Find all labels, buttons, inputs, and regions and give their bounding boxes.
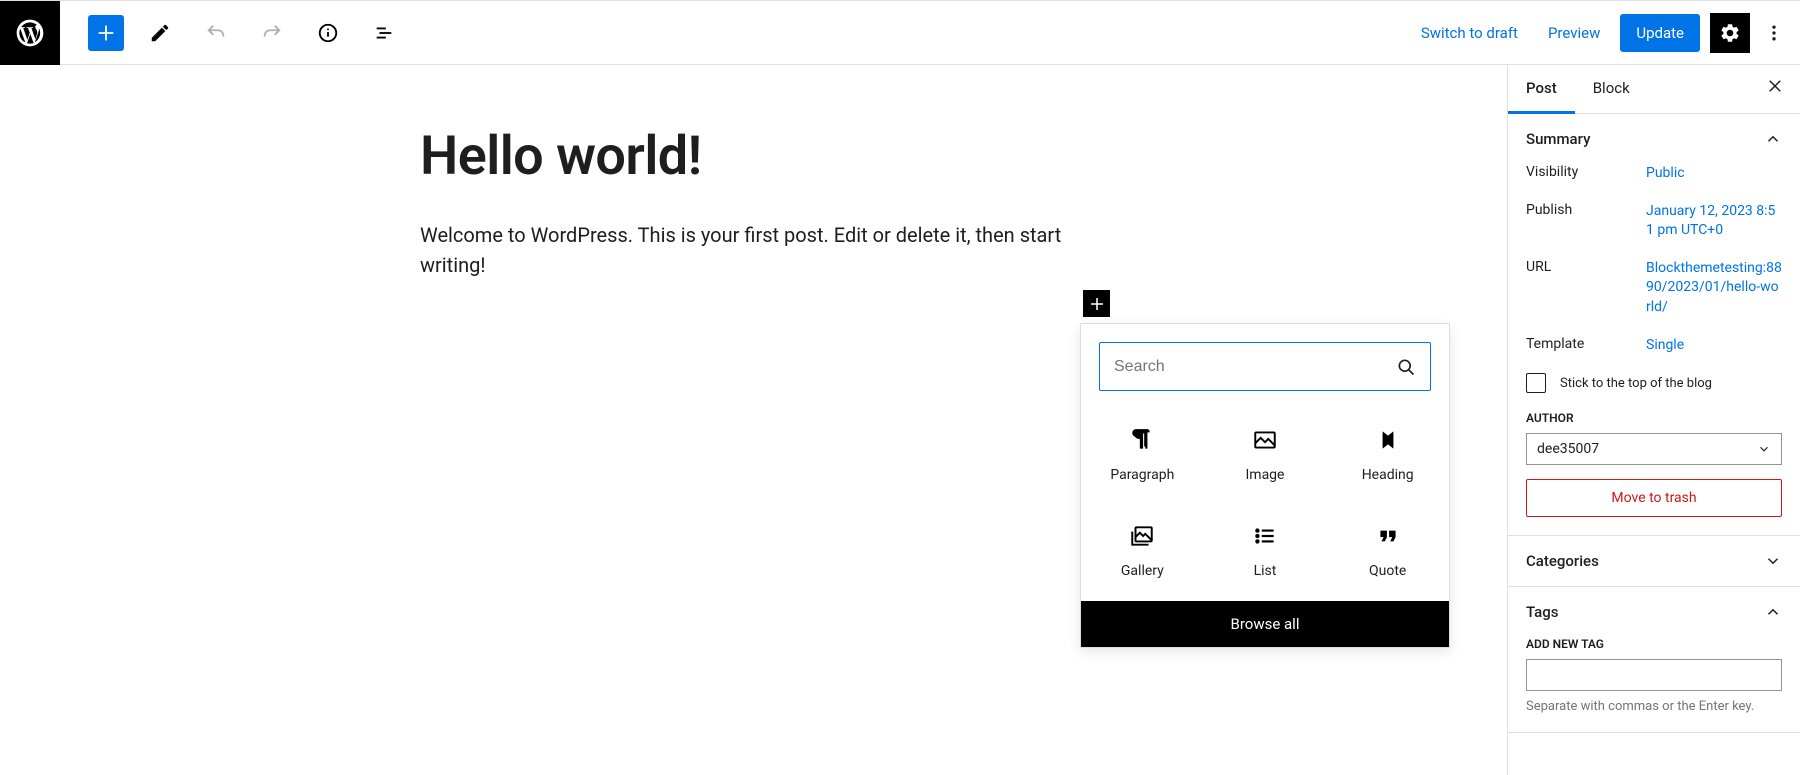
author-select[interactable]: dee35007 — [1526, 433, 1782, 465]
post-title[interactable]: Hello world! — [420, 125, 1120, 190]
info-icon[interactable] — [308, 13, 348, 53]
toolbar-right: Switch to draft Preview Update — [1411, 13, 1800, 53]
image-icon — [1252, 427, 1278, 453]
tag-hint: Separate with commas or the Enter key. — [1526, 699, 1782, 714]
publish-label: Publish — [1526, 202, 1646, 241]
panel-title: Summary — [1526, 130, 1590, 148]
wordpress-logo[interactable] — [0, 1, 60, 65]
redo-icon[interactable] — [252, 13, 292, 53]
url-label: URL — [1526, 259, 1646, 318]
switch-to-draft-button[interactable]: Switch to draft — [1411, 16, 1528, 50]
panel-tags: Tags ADD NEW TAG Separate with commas or… — [1508, 587, 1800, 733]
block-label: Quote — [1369, 563, 1406, 579]
panel-categories-toggle[interactable]: Categories — [1508, 536, 1800, 586]
template-label: Template — [1526, 336, 1646, 356]
add-tag-input[interactable] — [1526, 659, 1782, 691]
preview-button[interactable]: Preview — [1538, 16, 1610, 50]
tab-post[interactable]: Post — [1508, 65, 1575, 114]
block-gallery[interactable]: Gallery — [1081, 505, 1204, 601]
settings-icon[interactable] — [1710, 13, 1750, 53]
chevron-up-icon — [1764, 130, 1782, 148]
block-quote[interactable]: Quote — [1326, 505, 1449, 601]
pencil-icon[interactable] — [140, 13, 180, 53]
add-block-button[interactable] — [88, 15, 124, 51]
block-inserter-popup: Paragraph Image Heading Gallery — [1080, 323, 1450, 648]
add-tag-label: ADD NEW TAG — [1526, 637, 1782, 651]
close-icon — [1766, 77, 1784, 95]
main-area: Hello world! Welcome to WordPress. This … — [0, 65, 1800, 775]
block-heading[interactable]: Heading — [1326, 409, 1449, 505]
close-sidebar-button[interactable] — [1750, 65, 1800, 113]
sticky-label: Stick to the top of the blog — [1560, 376, 1712, 391]
block-search-input[interactable] — [1099, 342, 1431, 391]
outline-icon[interactable] — [364, 13, 404, 53]
block-image[interactable]: Image — [1204, 409, 1327, 505]
visibility-label: Visibility — [1526, 164, 1646, 184]
top-toolbar: Switch to draft Preview Update — [0, 1, 1800, 65]
block-paragraph[interactable]: Paragraph — [1081, 409, 1204, 505]
block-label: Paragraph — [1110, 467, 1174, 483]
block-label: Image — [1245, 467, 1284, 483]
panel-summary-toggle[interactable]: Summary — [1508, 114, 1800, 164]
inline-add-button[interactable] — [1083, 290, 1110, 317]
browse-all-button[interactable]: Browse all — [1081, 601, 1449, 647]
search-icon — [1396, 357, 1416, 377]
visibility-value[interactable]: Public — [1646, 164, 1782, 184]
list-icon — [1252, 523, 1278, 549]
update-button[interactable]: Update — [1620, 14, 1700, 52]
block-label: Heading — [1362, 467, 1414, 483]
paragraph-icon — [1129, 427, 1155, 453]
block-label: Gallery — [1121, 563, 1164, 579]
panel-title: Categories — [1526, 552, 1599, 570]
block-list[interactable]: List — [1204, 505, 1327, 601]
chevron-up-icon — [1764, 603, 1782, 621]
chevron-down-icon — [1757, 442, 1771, 456]
panel-title: Tags — [1526, 603, 1558, 621]
quote-icon — [1375, 523, 1401, 549]
publish-value[interactable]: January 12, 2023 8:51 pm UTC+0 — [1646, 202, 1782, 241]
editor-canvas[interactable]: Hello world! Welcome to WordPress. This … — [0, 65, 1507, 775]
search-field[interactable] — [1114, 358, 1396, 376]
author-label: AUTHOR — [1526, 411, 1782, 425]
chevron-down-icon — [1764, 552, 1782, 570]
heading-icon — [1375, 427, 1401, 453]
post-body[interactable]: Welcome to WordPress. This is your first… — [420, 220, 1120, 280]
undo-icon[interactable] — [196, 13, 236, 53]
settings-sidebar: Post Block Summary Visibility Public — [1507, 65, 1800, 775]
panel-categories: Categories — [1508, 536, 1800, 587]
panel-summary: Summary Visibility Public Publish Januar… — [1508, 114, 1800, 536]
gallery-icon — [1129, 523, 1155, 549]
block-label: List — [1254, 563, 1277, 579]
author-value: dee35007 — [1537, 441, 1599, 457]
move-to-trash-button[interactable]: Move to trash — [1526, 479, 1782, 517]
template-value[interactable]: Single — [1646, 336, 1782, 356]
more-menu-icon[interactable] — [1760, 13, 1788, 53]
tab-block[interactable]: Block — [1575, 65, 1648, 113]
url-value[interactable]: Blockthemetesting:8890/2023/01/hello-wor… — [1646, 259, 1782, 318]
toolbar-left — [0, 1, 404, 65]
panel-tags-toggle[interactable]: Tags — [1508, 587, 1800, 637]
sticky-checkbox[interactable] — [1526, 373, 1546, 393]
